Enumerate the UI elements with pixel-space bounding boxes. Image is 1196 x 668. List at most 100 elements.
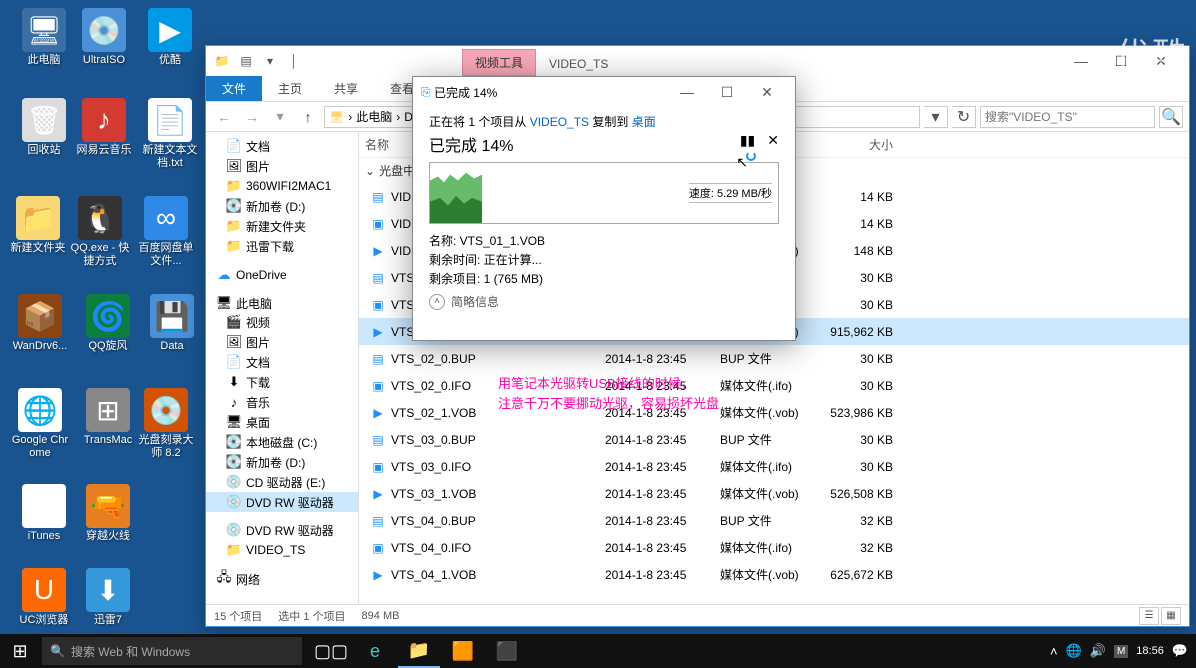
taskbar-search[interactable]: 🔍 搜索 Web 和 Windows	[42, 637, 302, 665]
desktop-icon-网易云音乐[interactable]: ♪网易云音乐	[74, 98, 134, 157]
maximize-button[interactable]: ☐	[1101, 47, 1141, 75]
nav-back[interactable]: ←	[212, 105, 236, 129]
sidebar-onedrive[interactable]: ☁OneDrive	[206, 264, 358, 284]
ribbon-home[interactable]: 主页	[262, 76, 318, 101]
dialog-titlebar[interactable]: ⎘ 已完成 14% — ☐ ✕	[413, 77, 795, 107]
file-row[interactable]: ▶VTS_02_1.VOB2014-1-8 23:45媒体文件(.vob)523…	[359, 399, 1189, 426]
tray-notif[interactable]: 💬	[1172, 643, 1188, 659]
desktop-icon-光盘刻录大师 8.2[interactable]: 💿光盘刻录大师 8.2	[136, 388, 196, 460]
task-explorer[interactable]: 📁	[398, 634, 440, 668]
desktop-icon-回收站[interactable]: 🗑回收站	[14, 98, 74, 157]
props-icon[interactable]: ▤	[238, 53, 254, 69]
desktop-icon-TransMac[interactable]: ⊞TransMac	[78, 388, 138, 447]
sidebar-pc[interactable]: 🖥此电脑	[206, 292, 358, 312]
sidebar-dl[interactable]: ⬇下载	[206, 372, 358, 392]
desktop-icon-iTunes[interactable]: ♬iTunes	[14, 484, 74, 543]
view-large[interactable]: ▦	[1161, 607, 1181, 625]
sidebar-cd[interactable]: 💿CD 驱动器 (E:)	[206, 472, 358, 492]
tray-net[interactable]: 🌐	[1066, 643, 1082, 659]
file-row[interactable]: ▤VTS_03_0.BUP2014-1-8 23:45BUP 文件30 KB	[359, 426, 1189, 453]
file-row[interactable]: ▤VTS_02_0.BUP2014-1-8 23:45BUP 文件30 KB	[359, 345, 1189, 372]
brief-toggle[interactable]: ˄ 简略信息	[429, 293, 779, 310]
cancel-button[interactable]: ✕	[767, 132, 779, 149]
desktop-icon-UC浏览器[interactable]: UUC浏览器	[14, 568, 74, 627]
start-button[interactable]: ⊞	[0, 634, 40, 668]
sidebar-docs[interactable]: 📄文档	[206, 136, 358, 156]
sidebar-xunlei[interactable]: 📁迅雷下载	[206, 236, 358, 256]
tray-vol[interactable]: 🔊	[1090, 643, 1106, 659]
desktop-icon-此电脑[interactable]: 🖥此电脑	[14, 8, 74, 67]
desktop-icon-Google Chrome[interactable]: 🌐Google Chrome	[10, 388, 70, 460]
ribbon-file[interactable]: 文件	[206, 76, 262, 101]
file-row[interactable]: ▣VTS_02_0.IFO2014-1-8 23:45媒体文件(.ifo)30 …	[359, 372, 1189, 399]
net-icon: 🖧	[216, 571, 232, 587]
nav-hist[interactable]: ▾	[268, 105, 292, 129]
desktop-icon-WanDrv6...[interactable]: 📦WanDrv6...	[10, 294, 70, 353]
nav-up[interactable]: ↑	[296, 105, 320, 129]
pause-button[interactable]: ▮▮	[740, 132, 755, 149]
sidebar-pics[interactable]: 🖼图片	[206, 156, 358, 176]
sidebar-localc[interactable]: 💽本地磁盘 (C:)	[206, 432, 358, 452]
desktop-icon-QQ旋风[interactable]: 🌀QQ旋风	[78, 294, 138, 353]
tray-clock[interactable]: 18:56	[1136, 645, 1164, 657]
sidebar-dvdrw2[interactable]: 💿DVD RW 驱动器	[206, 520, 358, 540]
undo-icon[interactable]: ▾	[262, 53, 278, 69]
tab-video-tools[interactable]: 视频工具	[462, 49, 536, 76]
desktop-icon-百度网盘单文件...[interactable]: ∞百度网盘单文件...	[136, 196, 196, 268]
sidebar-music[interactable]: ♪音乐	[206, 392, 358, 412]
addr-dropdown[interactable]: ▾	[924, 106, 948, 128]
minimize-button[interactable]: —	[1061, 47, 1101, 75]
dlg-maximize[interactable]: ☐	[707, 78, 747, 106]
file-row[interactable]: ▶VTS_03_1.VOB2014-1-8 23:45媒体文件(.vob)526…	[359, 480, 1189, 507]
sidebar-newfolder[interactable]: 📁新建文件夹	[206, 216, 358, 236]
refresh-button[interactable]: ↻	[952, 106, 976, 128]
dlg-minimize[interactable]: —	[667, 78, 707, 106]
file-icon: ▣	[369, 298, 387, 312]
tray-up[interactable]: ˄	[1050, 644, 1058, 659]
src-link[interactable]: VIDEO_TS	[530, 115, 589, 129]
detail-remaining: 剩余时间: 正在计算...	[429, 251, 779, 268]
desktop-icon-穿越火线[interactable]: 🔫穿越火线	[78, 484, 138, 543]
search-button[interactable]: 🔍	[1159, 106, 1183, 128]
desktop-icon-新建文本文档.txt[interactable]: 📄新建文本文档.txt	[140, 98, 200, 170]
file-icon: ▣	[369, 460, 387, 474]
tray-ime[interactable]: M	[1114, 645, 1128, 658]
sidebar-video[interactable]: 🎬视频	[206, 312, 358, 332]
nav-fwd[interactable]: →	[240, 105, 264, 129]
tab-video-ts[interactable]: VIDEO_TS	[536, 52, 621, 76]
ribbon-share[interactable]: 共享	[318, 76, 374, 101]
desktop-icon-QQ.exe - 快捷方式[interactable]: 🐧QQ.exe - 快捷方式	[70, 196, 130, 268]
task-edge[interactable]: e	[354, 634, 396, 668]
sidebar-vts[interactable]: 📁VIDEO_TS	[206, 540, 358, 560]
sidebar-newvol2[interactable]: 💽新加卷 (D:)	[206, 452, 358, 472]
sidebar-360[interactable]: 📁360WIFI2MAC1	[206, 176, 358, 196]
sidebar-newvol[interactable]: 💽新加卷 (D:)	[206, 196, 358, 216]
sidebar-desktop[interactable]: 🖥桌面	[206, 412, 358, 432]
file-row[interactable]: ▣VTS_04_0.IFO2014-1-8 23:45媒体文件(.ifo)32 …	[359, 534, 1189, 561]
sidebar-net[interactable]: 🖧网络	[206, 568, 358, 588]
addr-pc[interactable]: 此电脑	[356, 108, 392, 125]
file-row[interactable]: ▤VTS_04_0.BUP2014-1-8 23:45BUP 文件32 KB	[359, 507, 1189, 534]
taskbar: ⊞ 🔍 搜索 Web 和 Windows ▢▢ e 📁 🟧 ⬛ ˄ 🌐 🔊 M …	[0, 634, 1196, 668]
sidebar-dvdrw[interactable]: 💿DVD RW 驱动器	[206, 492, 358, 512]
close-button[interactable]: ✕	[1141, 47, 1181, 75]
newfolder-icon: 📁	[226, 218, 242, 234]
dl-icon: ⬇	[226, 374, 242, 390]
file-row[interactable]: ▣VTS_03_0.IFO2014-1-8 23:45媒体文件(.ifo)30 …	[359, 453, 1189, 480]
col-size[interactable]: 大小	[809, 132, 899, 157]
sidebar-pics2[interactable]: 🖼图片	[206, 332, 358, 352]
desktop-icon-UltraISO[interactable]: 💿UltraISO	[74, 8, 134, 67]
desktop-icon-迅雷7[interactable]: ⬇迅雷7	[78, 568, 138, 627]
search-input[interactable]	[980, 106, 1155, 128]
dst-link[interactable]: 桌面	[632, 115, 656, 129]
task-app1[interactable]: 🟧	[442, 634, 484, 668]
dlg-close[interactable]: ✕	[747, 78, 787, 106]
desktop-icon-新建文件夹[interactable]: 📁新建文件夹	[8, 196, 68, 255]
desktop-icon-优酷[interactable]: ▶优酷	[140, 8, 200, 67]
view-details[interactable]: ☰	[1139, 607, 1159, 625]
desktop-icon-Data[interactable]: 💾Data	[142, 294, 202, 353]
task-view[interactable]: ▢▢	[310, 634, 352, 668]
task-app2[interactable]: ⬛	[486, 634, 528, 668]
file-row[interactable]: ▶VTS_04_1.VOB2014-1-8 23:45媒体文件(.vob)625…	[359, 561, 1189, 588]
sidebar-docs2[interactable]: 📄文档	[206, 352, 358, 372]
